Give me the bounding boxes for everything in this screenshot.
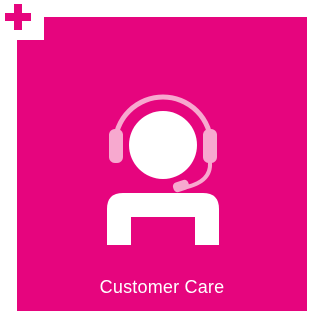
page: Customer Care: [0, 0, 310, 314]
plus-badge[interactable]: [0, 0, 44, 40]
customer-care-tile[interactable]: Customer Care: [17, 17, 307, 311]
body-shape: [107, 193, 219, 245]
head-shape: [129, 111, 197, 179]
plus-icon: [5, 4, 31, 30]
right-earcup-shape: [203, 129, 217, 163]
mic-boom-shape: [185, 161, 213, 189]
tile-label: Customer Care: [99, 277, 225, 297]
left-earcup-shape: [109, 129, 123, 163]
mic-shape: [172, 179, 190, 193]
customer-care-headset-icon: [107, 94, 219, 245]
